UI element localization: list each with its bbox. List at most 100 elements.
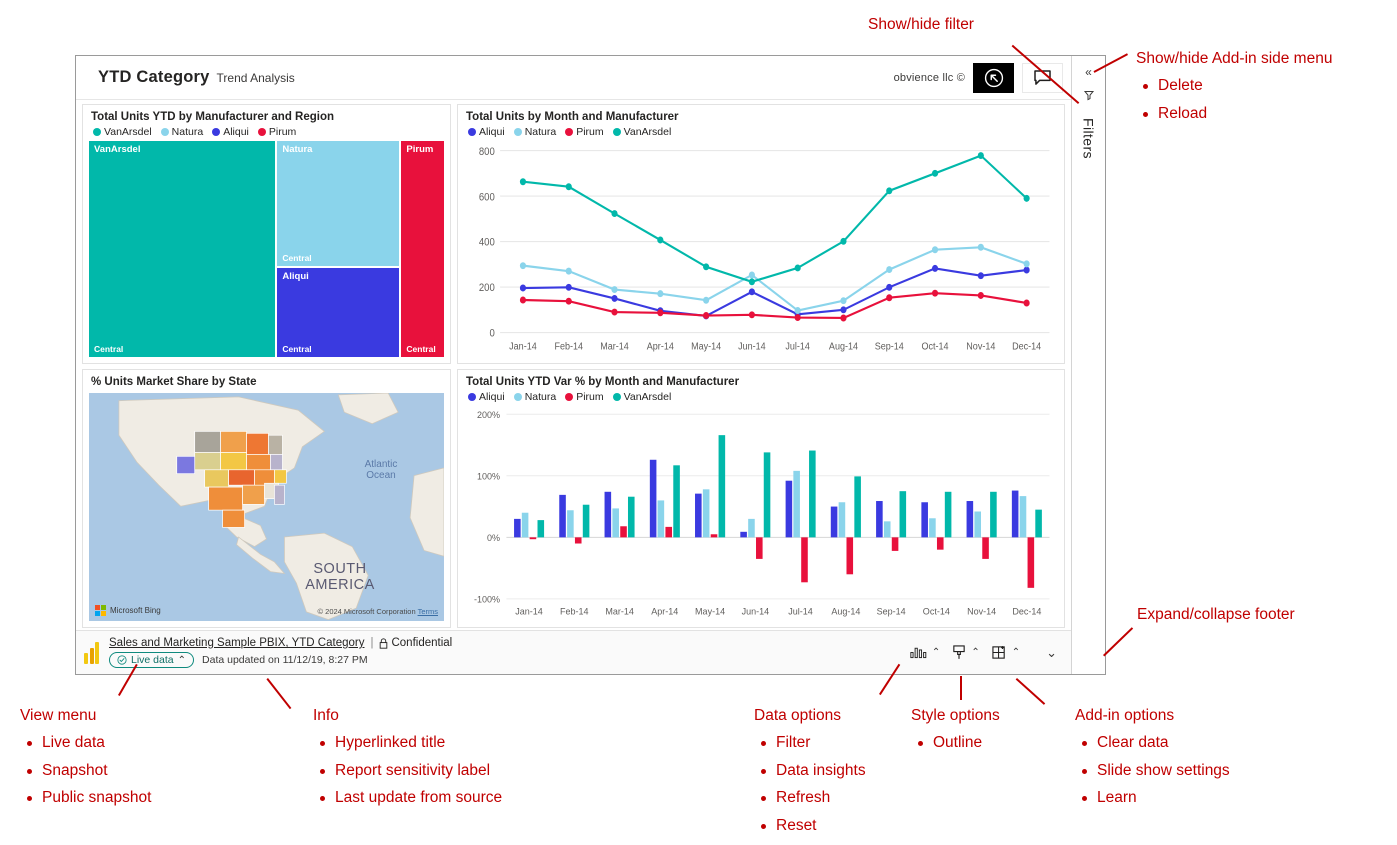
- treemap-cell-label: VanArsdel: [94, 144, 140, 155]
- annotation-style-options: Style options Outline: [911, 705, 1000, 755]
- map-canvas[interactable]: Atlantic Ocean SOUTH AMERICA: [89, 393, 444, 622]
- annotation-list-item: Snapshot: [20, 760, 151, 782]
- chevron-down-icon: ⌄: [1046, 645, 1057, 661]
- live-data-menu[interactable]: Live data ⌃: [109, 652, 194, 668]
- legend-item[interactable]: Natura: [161, 126, 204, 138]
- powerbi-addin-frame: YTD Category Trend Analysis obvience llc…: [75, 55, 1106, 675]
- bar-chart-plot[interactable]: -100%0%100%200%Jan-14Feb-14Mar-14Apr-14M…: [464, 406, 1058, 622]
- visual-treemap[interactable]: Total Units YTD by Manufacturer and Regi…: [82, 104, 451, 364]
- legend-swatch-vanarsdel: [93, 128, 101, 136]
- map-copyright: © 2024 Microsoft Corporation: [318, 607, 416, 616]
- svg-text:Sep-14: Sep-14: [875, 341, 905, 353]
- legend-item[interactable]: VanArsdel: [93, 126, 152, 138]
- chevron-up-icon: ⌃: [178, 655, 186, 666]
- legend-label: Natura: [525, 126, 557, 138]
- legend-swatch-vanarsdel: [613, 128, 621, 136]
- leader-line-expand-collapse-footer: [1103, 627, 1133, 656]
- legend-item[interactable]: Aliqui: [468, 126, 505, 138]
- legend-item[interactable]: Natura: [514, 126, 557, 138]
- svg-text:400: 400: [479, 237, 495, 249]
- legend-label: Natura: [172, 126, 204, 138]
- legend-label: Aliqui: [223, 126, 249, 138]
- svg-text:May-14: May-14: [695, 606, 725, 616]
- leader-line-addin-options: [1016, 678, 1045, 705]
- legend-item[interactable]: Natura: [514, 391, 557, 403]
- visual-map[interactable]: % Units Market Share by State: [82, 369, 451, 629]
- legend-label: Natura: [525, 391, 557, 403]
- legend-item[interactable]: VanArsdel: [613, 126, 672, 138]
- chevron-up-icon: ⌃: [1012, 647, 1020, 658]
- footer-info: Sales and Marketing Sample PBIX, YTD Cat…: [109, 637, 452, 668]
- svg-text:Sep-14: Sep-14: [877, 606, 906, 616]
- map-plot[interactable]: Atlantic Ocean SOUTH AMERICA: [89, 393, 444, 622]
- obvience-logo: [973, 63, 1014, 93]
- filter-icon[interactable]: [1083, 88, 1095, 106]
- svg-text:Aug-14: Aug-14: [831, 606, 860, 616]
- expand-collapse-footer-button[interactable]: ⌄: [1042, 642, 1061, 664]
- svg-text:Aug-14: Aug-14: [829, 341, 859, 353]
- sensitivity-text: Confidential: [391, 637, 452, 649]
- legend-item[interactable]: Aliqui: [212, 126, 249, 138]
- svg-text:Apr-14: Apr-14: [651, 606, 678, 616]
- legend-item[interactable]: Pirum: [258, 126, 296, 138]
- filters-rail[interactable]: « Filters: [1071, 56, 1105, 674]
- annotation-list-item: Refresh: [754, 787, 866, 809]
- treemap-cell-pirum[interactable]: Pirum Central: [401, 141, 444, 357]
- report-footer: Sales and Marketing Sample PBIX, YTD Cat…: [76, 630, 1071, 674]
- legend-item[interactable]: Pirum: [565, 126, 603, 138]
- treemap-legend: VanArsdel Natura Aliqui Pirum: [83, 126, 450, 141]
- line-chart-svg: 0200400600800Jan-14Feb-14Mar-14Apr-14May…: [464, 141, 1058, 357]
- annotation-data-options: Data options Filter Data insights Refres…: [754, 705, 866, 837]
- annotation-list-item: Outline: [911, 732, 1000, 754]
- svg-text:-100%: -100%: [474, 594, 500, 604]
- treemap-plot[interactable]: VanArsdel Central Natura Central Aliqui: [89, 141, 444, 357]
- legend-swatch-aliqui: [468, 128, 476, 136]
- map-terms-link[interactable]: Terms: [418, 607, 438, 616]
- treemap-cell-natura[interactable]: Natura Central: [277, 141, 399, 266]
- visual-row-top: Total Units YTD by Manufacturer and Regi…: [82, 104, 1065, 364]
- legend-item[interactable]: VanArsdel: [613, 391, 672, 403]
- treemap-cell-aliqui[interactable]: Aliqui Central: [277, 268, 399, 357]
- sensitivity-label: Confidential: [379, 637, 452, 649]
- svg-text:Jun-14: Jun-14: [742, 606, 770, 616]
- legend-swatch-aliqui: [468, 393, 476, 401]
- line-chart-legend: Aliqui Natura Pirum VanArsdel: [458, 126, 1064, 141]
- annotation-list-item: Report sensitivity label: [313, 760, 502, 782]
- data-options-button[interactable]: ⌃: [906, 643, 944, 662]
- addin-grid-icon: [992, 645, 1007, 660]
- report-title-link[interactable]: Sales and Marketing Sample PBIX, YTD Cat…: [109, 637, 364, 649]
- comment-icon[interactable]: [1022, 63, 1063, 93]
- bar-chart-svg: -100%0%100%200%Jan-14Feb-14Mar-14Apr-14M…: [464, 406, 1058, 622]
- annotation-list: Clear data Slide show settings Learn: [1075, 732, 1230, 809]
- svg-text:Dec-14: Dec-14: [1012, 606, 1041, 616]
- visual-bar-chart[interactable]: Total Units YTD Var % by Month and Manuf…: [457, 369, 1065, 629]
- collapse-filters-icon[interactable]: «: [1085, 66, 1092, 78]
- legend-swatch-natura: [514, 393, 522, 401]
- annotation-list-item: Filter: [754, 732, 866, 754]
- legend-label: Pirum: [269, 126, 296, 138]
- addin-body: YTD Category Trend Analysis obvience llc…: [76, 56, 1071, 674]
- legend-item[interactable]: Aliqui: [468, 391, 505, 403]
- svg-text:Feb-14: Feb-14: [560, 606, 589, 616]
- annotation-title: View menu: [20, 705, 151, 727]
- legend-swatch-pirum: [565, 128, 573, 136]
- annotation-list-item: Slide show settings: [1075, 760, 1230, 782]
- annotation-list: Live data Snapshot Public snapshot: [20, 732, 151, 809]
- line-chart-plot[interactable]: 0200400600800Jan-14Feb-14Mar-14Apr-14May…: [464, 141, 1058, 357]
- page-title: YTD Category: [98, 68, 210, 87]
- treemap-cell-vanarsdel[interactable]: VanArsdel Central: [89, 141, 275, 357]
- treemap-cell-label: Pirum: [406, 144, 433, 155]
- addin-options-button[interactable]: ⌃: [988, 642, 1024, 663]
- power-bi-logo: [84, 642, 101, 664]
- svg-text:Nov-14: Nov-14: [967, 606, 996, 616]
- legend-item[interactable]: Pirum: [565, 391, 603, 403]
- svg-text:Mar-14: Mar-14: [605, 606, 634, 616]
- annotation-list-item: Learn: [1075, 787, 1230, 809]
- visual-line-chart[interactable]: Total Units by Month and Manufacturer Al…: [457, 104, 1065, 364]
- svg-text:Jan-14: Jan-14: [509, 341, 537, 353]
- brand-text: obvience llc ©: [894, 72, 965, 84]
- annotation-info: Info Hyperlinked title Report sensitivit…: [313, 705, 502, 810]
- legend-swatch-pirum: [258, 128, 266, 136]
- bar-chart-icon: [910, 646, 927, 659]
- style-options-button[interactable]: ⌃: [948, 642, 983, 663]
